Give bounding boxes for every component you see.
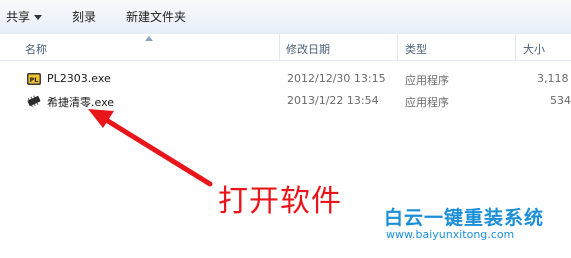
watermark-url: www.baiyunxitong.com [386, 228, 515, 241]
watermark-title: 白云一键重装系统 [384, 207, 545, 229]
annotation-text: 打开软件 [218, 184, 342, 219]
